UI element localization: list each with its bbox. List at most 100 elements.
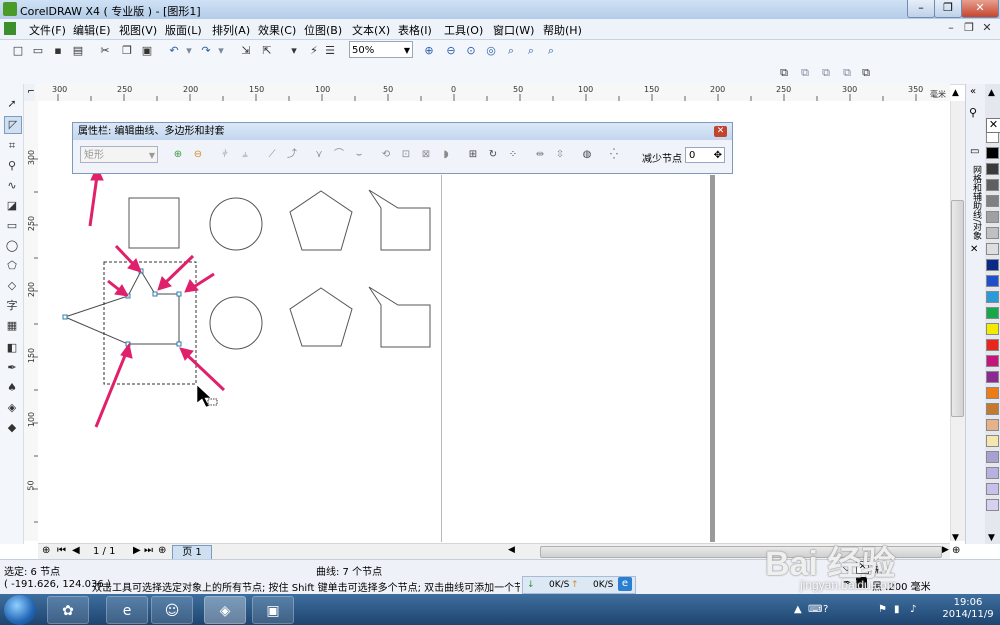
redo-dropdown-icon[interactable]: ▾ bbox=[213, 43, 229, 59]
palette-swatch[interactable] bbox=[986, 195, 999, 207]
stretch-nodes-icon[interactable]: ⊞ bbox=[466, 148, 480, 162]
property-bar-title[interactable]: 属性栏: 编辑曲线、多边形和封套 bbox=[73, 123, 732, 140]
cusp-node-icon[interactable]: ⋎ bbox=[312, 148, 326, 162]
no-color-swatch[interactable]: ✕ bbox=[986, 118, 1000, 133]
curve-node[interactable] bbox=[62, 314, 68, 320]
property-bar-close-button[interactable]: ✕ bbox=[714, 126, 727, 137]
qq-taskbar-icon[interactable]: ☺ bbox=[151, 596, 193, 624]
smooth-node-icon[interactable]: ⌒ bbox=[332, 148, 346, 162]
zoom-page-width-icon[interactable]: ⌕ bbox=[523, 43, 539, 59]
interactive-blend-tool-icon[interactable]: ◧ bbox=[4, 340, 20, 356]
docker-close-icon[interactable]: ✕ bbox=[970, 244, 978, 255]
scroll-left-icon[interactable]: ◀ bbox=[508, 545, 515, 555]
document-menu-icon[interactable] bbox=[4, 22, 16, 35]
docker-collapse-icon[interactable]: « bbox=[970, 86, 976, 97]
palette-swatch[interactable] bbox=[986, 163, 999, 175]
internet-explorer-taskbar-icon[interactable]: e bbox=[106, 596, 148, 624]
doc-close-button[interactable]: ✕ bbox=[980, 21, 994, 35]
to-back-icon[interactable]: ⧉ bbox=[797, 65, 813, 81]
callout-shape[interactable] bbox=[368, 286, 431, 348]
tray-input-icon[interactable]: ⌨ bbox=[808, 604, 822, 615]
docker-tab-label[interactable]: 网格和辅助线/对象 bbox=[969, 165, 981, 240]
reflect-vertical-icon[interactable]: ⇳ bbox=[553, 148, 567, 162]
align-nodes-icon[interactable]: ⁘ bbox=[506, 148, 520, 162]
smart-fill-tool-icon[interactable]: ◪ bbox=[4, 198, 20, 214]
palette-swatch[interactable] bbox=[986, 147, 999, 159]
auto-close-icon[interactable]: ◗ bbox=[439, 148, 453, 162]
menu-bitmaps[interactable]: 位图(B) bbox=[304, 22, 342, 38]
palette-swatch[interactable] bbox=[986, 403, 999, 415]
zoom-page-height-icon[interactable]: ⌕ bbox=[543, 43, 559, 59]
palette-swatch[interactable] bbox=[986, 179, 999, 191]
symmetrical-node-icon[interactable]: ⌣ bbox=[352, 148, 366, 162]
close-button[interactable]: ✕ bbox=[961, 0, 999, 18]
circle-shape[interactable] bbox=[209, 296, 263, 350]
taskbar-clock[interactable]: 19:06 2014/11/9 bbox=[942, 597, 994, 621]
application-launcher-icon[interactable]: ▾ bbox=[286, 43, 302, 59]
insert-page-before-icon[interactable]: ⊕ bbox=[42, 545, 50, 556]
circle-shape[interactable] bbox=[209, 197, 263, 251]
pentagon-shape[interactable] bbox=[289, 287, 353, 347]
menu-file[interactable]: 文件(F) bbox=[29, 22, 66, 38]
insert-page-after-icon[interactable]: ⊕ bbox=[158, 545, 166, 556]
import-icon[interactable]: ⇲ bbox=[238, 43, 254, 59]
shape-type-select[interactable]: 矩形 ▼ bbox=[80, 146, 158, 163]
palette-scroll-down-icon[interactable]: ▼ bbox=[988, 533, 995, 543]
scroll-right-icon[interactable]: ▶ bbox=[942, 545, 949, 555]
tray-help-icon[interactable]: ? bbox=[823, 604, 828, 615]
explorer-taskbar-icon[interactable]: ▣ bbox=[252, 596, 294, 624]
last-page-icon[interactable]: ⏭ bbox=[144, 545, 153, 556]
menu-arrange[interactable]: 排列(A) bbox=[212, 22, 250, 38]
horizontal-ruler[interactable]: 300 250 200 150 100 50 0 50 100 150 200 … bbox=[35, 84, 950, 102]
tray-expand-icon[interactable]: ▲ bbox=[794, 604, 802, 615]
navigator-zoom-icon[interactable]: ⊕ bbox=[952, 545, 960, 556]
square-shape[interactable] bbox=[128, 197, 180, 249]
forward-one-icon[interactable]: ⧉ bbox=[818, 65, 834, 81]
vertical-ruler[interactable]: 300 250 200 150 100 50 bbox=[24, 101, 39, 541]
vertical-scroll-thumb[interactable] bbox=[951, 200, 964, 417]
palette-swatch[interactable] bbox=[986, 227, 999, 239]
save-icon[interactable]: ▪ bbox=[50, 43, 66, 59]
fill-tool-icon[interactable]: ◈ bbox=[4, 400, 20, 416]
basic-shapes-tool-icon[interactable]: ◇ bbox=[4, 278, 20, 294]
zoom-level-select[interactable]: 50% ▼ bbox=[349, 41, 413, 58]
palette-swatch[interactable] bbox=[986, 275, 999, 287]
new-document-icon[interactable]: □ bbox=[10, 43, 26, 59]
palette-swatch[interactable] bbox=[986, 307, 999, 319]
extend-curve-icon[interactable]: ⊡ bbox=[399, 148, 413, 162]
tray-volume-icon[interactable]: ♪ bbox=[910, 604, 916, 615]
eyedropper-tool-icon[interactable]: ✒ bbox=[4, 360, 20, 376]
page-tab[interactable]: 页 1 bbox=[172, 545, 212, 560]
freehand-tool-icon[interactable]: ∿ bbox=[4, 178, 20, 194]
convert-to-curves-icon[interactable]: ⧉ bbox=[858, 65, 874, 81]
restore-button[interactable]: ❐ bbox=[934, 0, 962, 18]
callout-shape[interactable] bbox=[368, 189, 431, 251]
menu-text[interactable]: 文本(X) bbox=[352, 22, 390, 38]
doc-restore-button[interactable]: ❐ bbox=[962, 21, 976, 35]
select-all-nodes-icon[interactable]: ⁛ bbox=[607, 148, 621, 162]
curve-node[interactable] bbox=[176, 341, 182, 347]
reverse-direction-icon[interactable]: ⟲ bbox=[379, 148, 393, 162]
palette-scroll-up-icon[interactable]: ▲ bbox=[988, 88, 995, 98]
browser-icon[interactable]: e bbox=[618, 577, 632, 591]
palette-swatch[interactable] bbox=[986, 483, 999, 495]
open-folder-icon[interactable]: ▭ bbox=[30, 43, 46, 59]
copy-icon[interactable]: ❐ bbox=[119, 43, 135, 59]
zoom-page-icon[interactable]: ⌕ bbox=[503, 43, 519, 59]
redo-icon[interactable]: ↷ bbox=[198, 43, 214, 59]
print-icon[interactable]: ▤ bbox=[70, 43, 86, 59]
zoom-out-icon[interactable]: ⊖ bbox=[443, 43, 459, 59]
palette-swatch[interactable] bbox=[986, 243, 999, 255]
coreldraw-app-icon[interactable] bbox=[3, 2, 17, 16]
crop-tool-icon[interactable]: ⌗ bbox=[4, 138, 20, 154]
palette-swatch[interactable] bbox=[986, 419, 999, 431]
palette-swatch[interactable] bbox=[986, 499, 999, 511]
menu-window[interactable]: 窗口(W) bbox=[493, 22, 534, 38]
zoom-all-objects-icon[interactable]: ◎ bbox=[483, 43, 499, 59]
convert-to-curve-icon[interactable]: ⤴ bbox=[285, 148, 299, 162]
menu-layout[interactable]: 版面(L) bbox=[165, 22, 202, 38]
to-front-icon[interactable]: ⧉ bbox=[776, 65, 792, 81]
palette-swatch[interactable] bbox=[986, 467, 999, 479]
palette-swatch[interactable] bbox=[986, 435, 999, 447]
tray-network-icon[interactable]: ▮ bbox=[894, 604, 900, 615]
